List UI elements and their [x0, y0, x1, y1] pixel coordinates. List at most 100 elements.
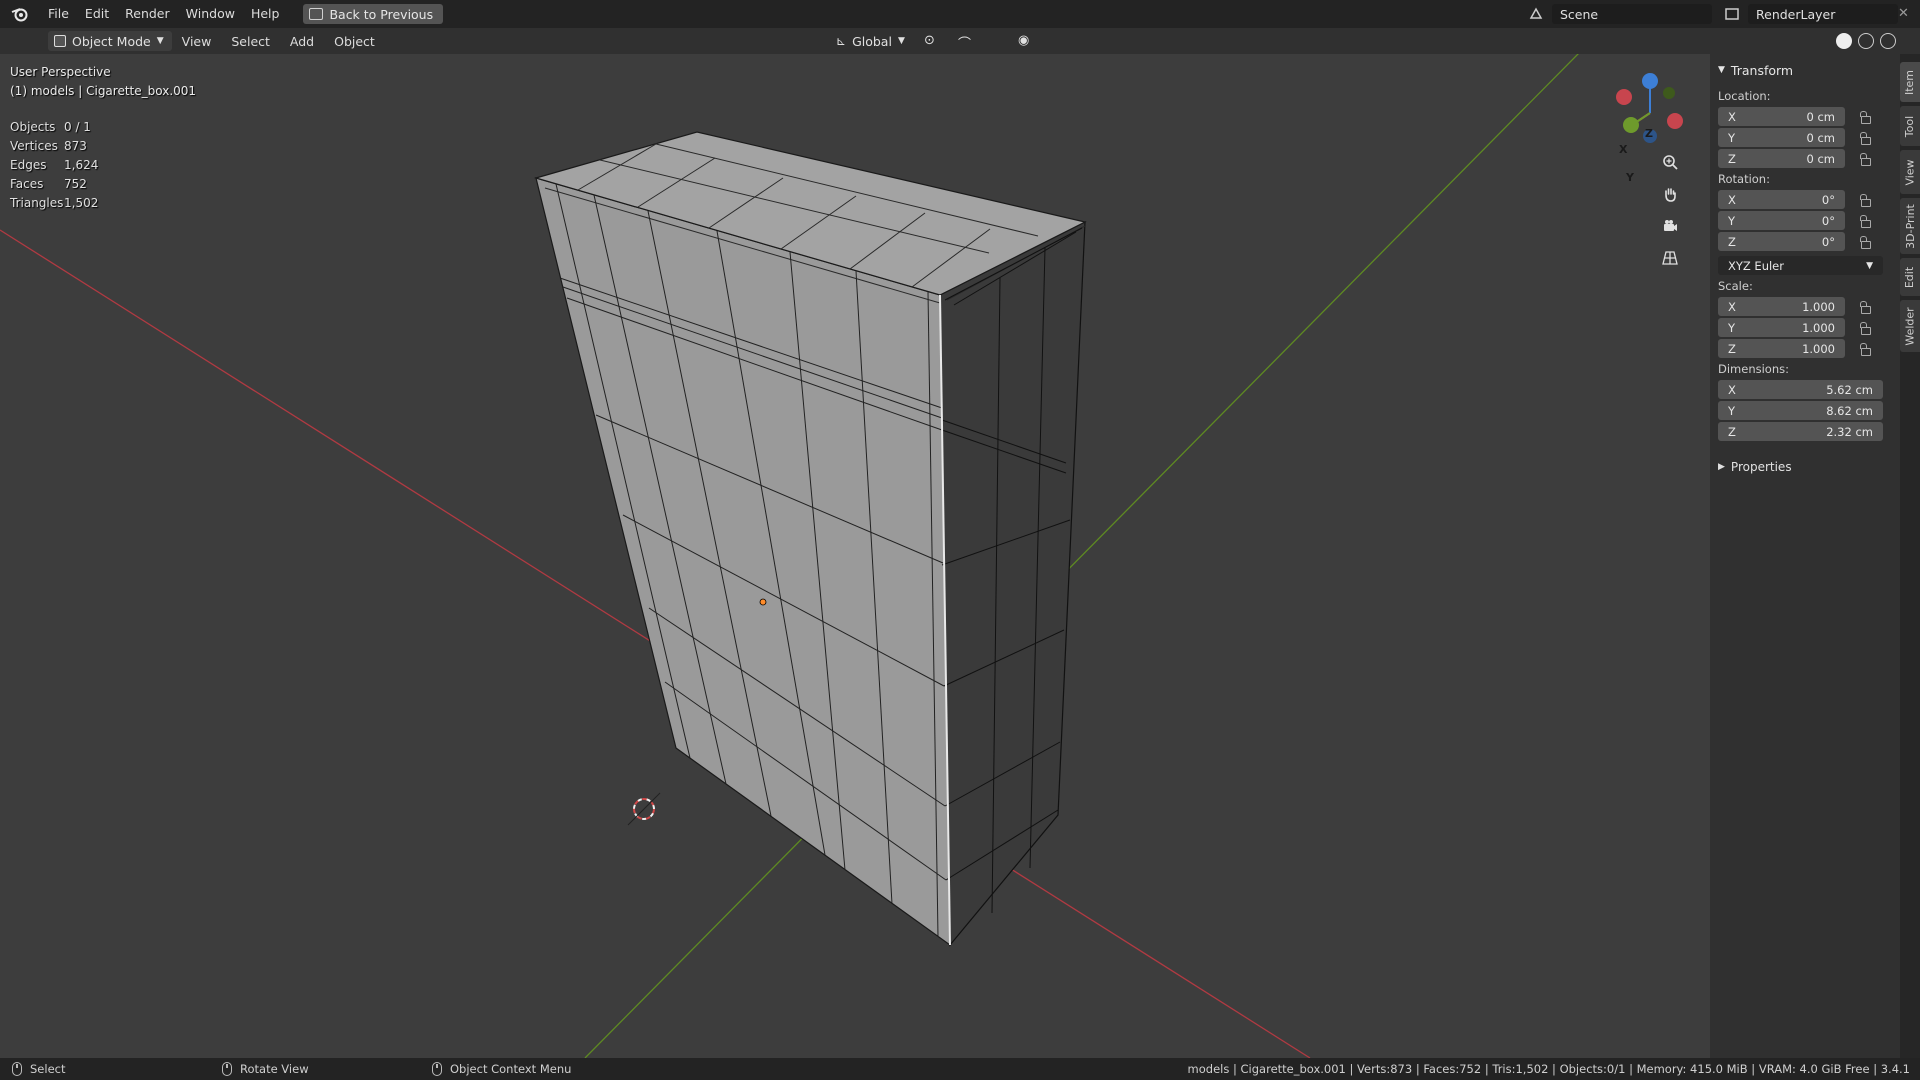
dimensions-y-row: Y 8.62 cm	[1710, 400, 1900, 421]
gizmo-y-label[interactable]: Y	[1626, 171, 1634, 184]
object-mode-label: Object Mode	[72, 33, 151, 49]
dimensions-y-field[interactable]: Y 8.62 cm	[1718, 401, 1883, 420]
rotation-mode-dropdown[interactable]: XYZ Euler ▼	[1718, 256, 1883, 275]
properties-title: Properties	[1730, 460, 1792, 474]
stat-objects: Objects 0 / 1	[10, 120, 91, 134]
tab-3d-print[interactable]: 3D-Print	[1900, 198, 1920, 254]
active-object-label: (1) models | Cigarette_box.001	[10, 84, 197, 98]
stat-triangles: Triangles 1,502	[10, 196, 99, 210]
viewport-shading-solid-icon[interactable]	[1836, 33, 1852, 49]
blender-logo-icon[interactable]	[0, 0, 40, 28]
menu-window[interactable]: Window	[178, 0, 243, 28]
transform-title: Transform	[1730, 62, 1794, 78]
menu-edit[interactable]: Edit	[77, 0, 117, 28]
gizmo-z-dot	[1642, 73, 1658, 89]
mouse-right-icon	[432, 1062, 442, 1076]
status-rotate-hint: Rotate View	[222, 1062, 432, 1076]
viewport-shading-material-icon[interactable]	[1858, 33, 1874, 49]
lock-icon[interactable]	[1859, 342, 1871, 356]
location-y-field[interactable]: Y0 cm	[1718, 128, 1845, 147]
lock-icon[interactable]	[1859, 152, 1871, 166]
orientation-label: Global	[852, 33, 892, 49]
pan-hand-icon[interactable]	[1662, 186, 1688, 212]
gizmo-x-label[interactable]: X	[1619, 143, 1627, 156]
mouse-middle-icon	[222, 1062, 232, 1076]
scene-name: Scene	[1560, 6, 1599, 22]
transform-panel-header[interactable]: ▼ Transform	[1710, 54, 1900, 86]
stat-vertices: Vertices 873	[10, 139, 87, 153]
scene-icon[interactable]	[1528, 6, 1544, 22]
3d-viewport[interactable]: X Z Y User Perspective (1) models | Ciga…	[0, 54, 1900, 1058]
menu-help[interactable]: Help	[243, 0, 288, 28]
sidebar-item-panel: ▼ Transform Location: X0 cm Y0 cm Z0 cm …	[1710, 54, 1900, 1058]
tab-view[interactable]: View	[1900, 150, 1920, 194]
dimensions-z-row: Z 2.32 cm	[1710, 421, 1900, 442]
lock-icon[interactable]	[1859, 321, 1871, 335]
menu-select[interactable]: Select	[221, 34, 280, 49]
object-mode-icon	[54, 35, 66, 47]
menu-view[interactable]: View	[172, 34, 222, 49]
properties-panel-header[interactable]: ▶ Properties	[1710, 454, 1900, 480]
chevron-down-icon: ▼	[1718, 65, 1725, 75]
screen-icon	[309, 8, 324, 20]
rotation-x-row: X 0°	[1710, 189, 1900, 210]
status-bar: Select Rotate View Object Context Menu m…	[0, 1058, 1920, 1080]
snap-icon[interactable]: ⌒	[958, 33, 971, 52]
object-mode-dropdown[interactable]: Object Mode ▼	[48, 31, 172, 51]
tab-welder[interactable]: Welder	[1900, 300, 1920, 352]
zoom-icon[interactable]	[1662, 154, 1688, 180]
rotation-mode-row: XYZ Euler ▼	[1710, 255, 1900, 276]
rotation-z-row: Z 0°	[1710, 231, 1900, 252]
rotation-x-field[interactable]: X 0°	[1718, 190, 1845, 209]
viewport-canvas	[0, 54, 1683, 1058]
scale-z-field[interactable]: Z 1.000	[1718, 339, 1845, 358]
rotation-y-field[interactable]: Y 0°	[1718, 211, 1845, 230]
gizmo-z-label[interactable]: Z	[1645, 127, 1653, 140]
location-y-row: Y0 cm	[1710, 127, 1900, 148]
back-to-previous-label: Back to Previous	[329, 6, 434, 22]
pivot-point-icon[interactable]: ⊙	[924, 33, 935, 48]
dimensions-x-field[interactable]: X 5.62 cm	[1718, 380, 1883, 399]
location-x-field[interactable]: X0 cm	[1718, 107, 1845, 126]
scale-x-row: X 1.000	[1710, 296, 1900, 317]
stat-edges: Edges 1,624	[10, 158, 99, 172]
dimensions-label: Dimensions:	[1718, 362, 1789, 376]
dimensions-z-field[interactable]: Z 2.32 cm	[1718, 422, 1883, 441]
menu-file[interactable]: File	[40, 0, 77, 28]
chevron-down-icon: ▼	[156, 36, 164, 46]
tab-item[interactable]: Item	[1900, 62, 1920, 102]
lock-icon[interactable]	[1859, 110, 1871, 124]
transform-orientation-dropdown[interactable]: ⊾ Global ▼	[836, 31, 905, 51]
lock-icon[interactable]	[1859, 235, 1871, 249]
location-label: Location:	[1718, 89, 1771, 103]
viewport-shading-rendered-icon[interactable]	[1880, 33, 1896, 49]
back-to-previous-button[interactable]: Back to Previous	[303, 4, 444, 24]
tab-tool[interactable]: Tool	[1900, 106, 1920, 146]
rotation-z-field[interactable]: Z 0°	[1718, 232, 1845, 251]
scale-z-row: Z 1.000	[1710, 338, 1900, 359]
tab-edit[interactable]: Edit	[1900, 258, 1920, 296]
menu-object[interactable]: Object	[324, 34, 385, 49]
orientation-icon: ⊾	[836, 34, 847, 48]
perspective-grid-icon[interactable]	[1662, 250, 1688, 276]
status-info: models | Cigarette_box.001 | Verts:873 |…	[1187, 1062, 1910, 1076]
close-icon[interactable]: ✕	[1898, 6, 1914, 22]
location-z-field[interactable]: Z0 cm	[1718, 149, 1845, 168]
scale-x-field[interactable]: X 1.000	[1718, 297, 1845, 316]
render-layer-name: RenderLayer	[1756, 6, 1836, 22]
render-layer-selector[interactable]: RenderLayer	[1748, 4, 1898, 24]
scale-y-field[interactable]: Y 1.000	[1718, 318, 1845, 337]
chevron-down-icon: ▼	[897, 36, 905, 46]
camera-view-icon[interactable]	[1662, 218, 1688, 244]
proportional-edit-icon[interactable]: ◉	[1018, 33, 1029, 48]
scale-y-row: Y 1.000	[1710, 317, 1900, 338]
chevron-down-icon: ▼	[1866, 260, 1873, 271]
lock-icon[interactable]	[1859, 193, 1871, 207]
lock-icon[interactable]	[1859, 214, 1871, 228]
lock-icon[interactable]	[1859, 131, 1871, 145]
menu-render[interactable]: Render	[117, 0, 178, 28]
render-layer-icon[interactable]	[1724, 6, 1740, 22]
lock-icon[interactable]	[1859, 300, 1871, 314]
menu-add[interactable]: Add	[280, 34, 324, 49]
scene-selector[interactable]: Scene	[1552, 4, 1712, 24]
